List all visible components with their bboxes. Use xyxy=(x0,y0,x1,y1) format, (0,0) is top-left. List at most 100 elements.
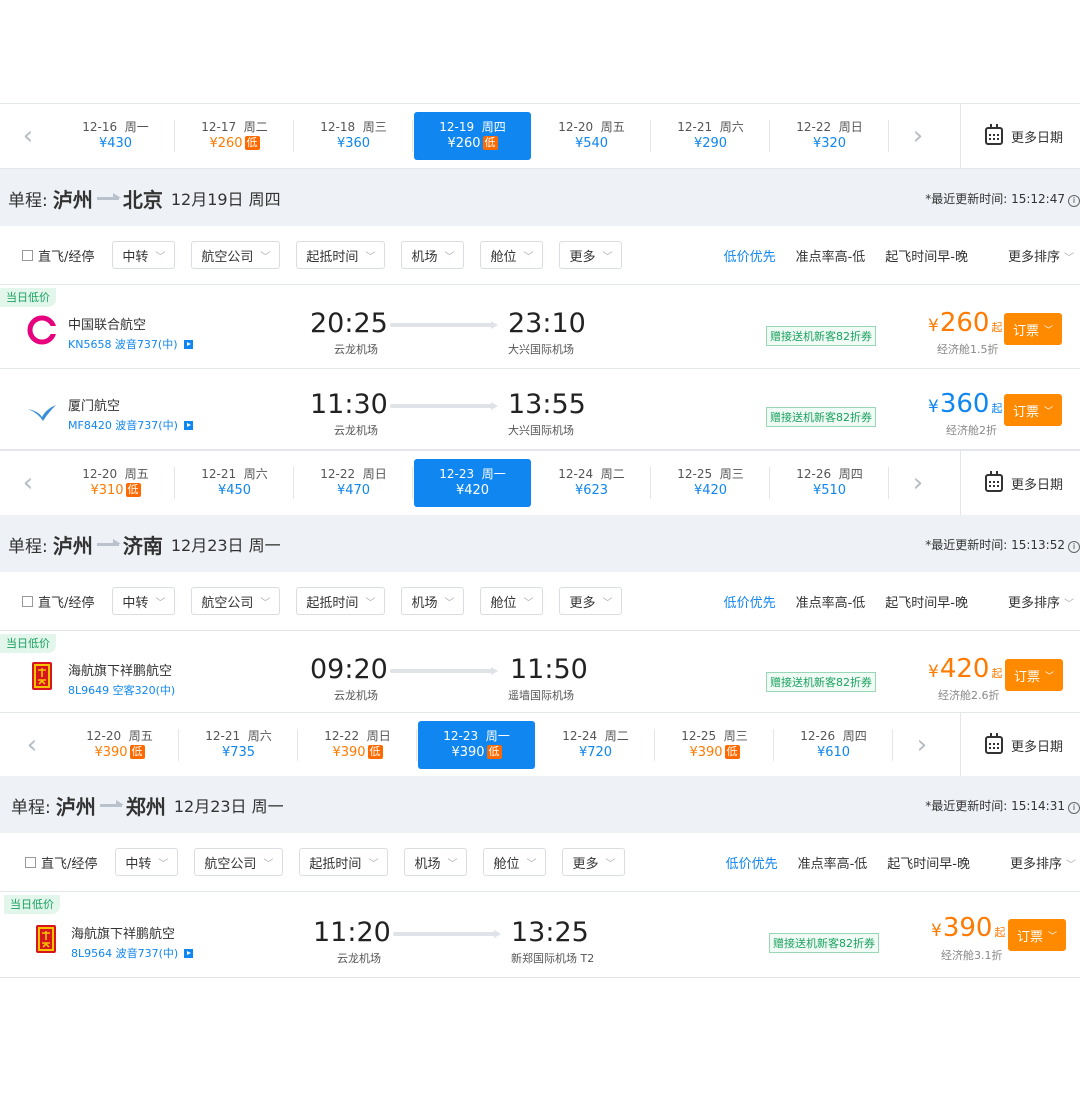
filter-cabin[interactable]: 舱位 ﹀ xyxy=(480,241,544,269)
video-icon[interactable] xyxy=(183,340,193,349)
filter-more[interactable]: 更多 ﹀ xyxy=(559,241,623,269)
more-dates-button[interactable]: 更多日期 xyxy=(960,451,1080,515)
chevron-right-icon[interactable]: › xyxy=(890,451,946,515)
date-tab-selected[interactable]: 12-23 周一 ¥420 xyxy=(414,459,531,507)
direct-checkbox[interactable]: 直飞/经停 xyxy=(22,246,94,265)
date-tab[interactable]: 12-20 周五 ¥540 xyxy=(532,104,651,168)
sort-low-price[interactable]: 低价优先 xyxy=(726,853,778,872)
sort-low-price[interactable]: 低价优先 xyxy=(724,246,776,265)
date-tab[interactable]: 12-25 周三 ¥390 低 xyxy=(655,713,774,777)
filter-airport[interactable]: 机场 ﹀ xyxy=(404,848,468,876)
filter-airline[interactable]: 航空公司 ﹀ xyxy=(191,587,281,615)
sort-punctual[interactable]: 准点率高-低 xyxy=(796,592,866,611)
filter-cabin[interactable]: 舱位 ﹀ xyxy=(480,587,544,615)
date-tab[interactable]: 12-25 周三 ¥420 xyxy=(651,451,770,515)
info-icon[interactable]: i xyxy=(1068,801,1080,814)
sort-punctual[interactable]: 准点率高-低 xyxy=(798,853,868,872)
chevron-left-icon[interactable]: ‹ xyxy=(0,451,56,515)
arrival-airport: 遥墙国际机场 xyxy=(508,689,574,702)
date-tab[interactable]: 12-21 周六 ¥290 xyxy=(651,104,770,168)
chevron-left-icon[interactable]: ‹ xyxy=(4,713,60,777)
flight-number[interactable]: MF8420 波音737(中) xyxy=(68,417,193,433)
flight-number[interactable]: 8L9649 空客320(中) xyxy=(68,682,175,698)
cabin-discount: 经济舱2折 xyxy=(946,424,997,437)
info-icon[interactable]: i xyxy=(1068,194,1080,207)
flight-price: ¥260 起 xyxy=(928,308,1003,338)
sort-more[interactable]: 更多排序 ﹀ xyxy=(988,592,1074,611)
promo-tag: 赠接送机新客82折券 xyxy=(766,672,876,692)
sort-early[interactable]: 起飞时间早-晚 xyxy=(885,246,968,265)
date-tab[interactable]: 12-20 周五 ¥310 低 xyxy=(56,451,175,515)
flight-card[interactable]: 当日低价 海航旗下祥鹏航空 8L9649 空客320(中) 09:20 云龙机场… xyxy=(0,634,1080,713)
filter-more[interactable]: 更多 ﹀ xyxy=(559,587,623,615)
arrival-airport: 大兴国际机场 xyxy=(508,424,574,437)
airline-name: 海航旗下祥鹏航空 xyxy=(68,664,173,679)
date-tab[interactable]: 12-20 周五 ¥390 低 xyxy=(60,713,179,777)
filter-time[interactable]: 起抵时间 ﹀ xyxy=(296,587,386,615)
direct-checkbox[interactable]: 直飞/经停 xyxy=(22,592,94,611)
date-tab[interactable]: 12-22 周日 ¥320 xyxy=(770,104,889,168)
book-button[interactable]: 订票 ﹀ xyxy=(1008,919,1066,951)
date-tab-selected[interactable]: 12-23 周一 ¥390 低 xyxy=(418,721,535,769)
video-icon[interactable] xyxy=(183,421,193,430)
filter-time[interactable]: 起抵时间 ﹀ xyxy=(299,848,389,876)
more-dates-button[interactable]: 更多日期 xyxy=(960,104,1080,168)
date-tab[interactable]: 12-16 周一 ¥430 xyxy=(56,104,175,168)
calendar-icon xyxy=(985,471,1003,492)
sort-punctual[interactable]: 准点率高-低 xyxy=(796,246,866,265)
chevron-right-icon[interactable]: › xyxy=(894,713,950,777)
flight-card[interactable]: 当日低价 中国联合航空 KN5658 波音737(中) 20:25 云龙机场 2… xyxy=(0,288,1080,369)
filter-transfer[interactable]: 中转 ﹀ xyxy=(115,848,179,876)
checkbox-icon[interactable] xyxy=(22,249,33,261)
arrival-airport: 大兴国际机场 xyxy=(508,343,574,356)
date-tab-selected[interactable]: 12-19 周四 ¥260 低 xyxy=(414,112,531,160)
info-icon[interactable]: i xyxy=(1068,540,1080,553)
flight-card[interactable]: 当日低价 海航旗下祥鹏航空 8L9564 波音737(中) 11:20 云龙机场… xyxy=(0,895,1080,978)
promo-tag: 赠接送机新客82折券 xyxy=(769,933,879,953)
filter-transfer[interactable]: 中转 ﹀ xyxy=(112,241,176,269)
flight-number[interactable]: KN5658 波音737(中) xyxy=(68,336,193,352)
filter-airport[interactable]: 机场 ﹀ xyxy=(401,241,465,269)
date-tab[interactable]: 12-26 周四 ¥610 xyxy=(774,713,893,777)
china-united-logo xyxy=(27,315,58,345)
checkbox-icon[interactable] xyxy=(22,595,33,607)
update-time: *最近更新时间: 15:12:47 i xyxy=(925,190,1080,207)
sort-more[interactable]: 更多排序 ﹀ xyxy=(988,246,1074,265)
date-tab[interactable]: 12-24 周二 ¥720 xyxy=(536,713,655,777)
date-tab[interactable]: 12-24 周二 ¥623 xyxy=(532,451,651,515)
flight-number[interactable]: 8L9564 波音737(中) xyxy=(71,945,194,961)
filter-transfer[interactable]: 中转 ﹀ xyxy=(112,587,176,615)
sort-more[interactable]: 更多排序 ﹀ xyxy=(990,853,1076,872)
sort-early[interactable]: 起飞时间早-晚 xyxy=(885,592,968,611)
chevron-right-icon[interactable]: › xyxy=(890,104,946,168)
book-button[interactable]: 订票 ﹀ xyxy=(1005,659,1063,691)
date-tab[interactable]: 12-26 周四 ¥510 xyxy=(770,451,889,515)
flight-card[interactable]: 厦门航空 MF8420 波音737(中) 11:30 云龙机场 13:55 大兴… xyxy=(0,369,1080,450)
direct-checkbox[interactable]: 直飞/经停 xyxy=(25,853,97,872)
filter-more[interactable]: 更多 ﹀ xyxy=(562,848,626,876)
filter-airline[interactable]: 航空公司 ﹀ xyxy=(191,241,281,269)
date-tab[interactable]: 12-18 周三 ¥360 xyxy=(294,104,413,168)
book-button[interactable]: 订票 ﹀ xyxy=(1004,394,1062,426)
checkbox-icon[interactable] xyxy=(25,856,36,868)
chevron-down-icon: ﹀ xyxy=(1044,406,1054,417)
video-icon[interactable] xyxy=(184,949,194,958)
chevron-left-icon[interactable]: ‹ xyxy=(0,104,56,168)
filter-airline[interactable]: 航空公司 ﹀ xyxy=(194,848,284,876)
date-tab[interactable]: 12-21 周六 ¥450 xyxy=(175,451,294,515)
sort-early[interactable]: 起飞时间早-晚 xyxy=(887,853,970,872)
chevron-down-icon: ﹀ xyxy=(368,858,379,870)
chevron-down-icon: ﹀ xyxy=(605,858,616,870)
date-tab[interactable]: 12-22 周日 ¥390 低 xyxy=(298,713,417,777)
more-dates-button[interactable]: 更多日期 xyxy=(960,713,1080,777)
sort-low-price[interactable]: 低价优先 xyxy=(724,592,776,611)
filter-cabin[interactable]: 舱位 ﹀ xyxy=(483,848,547,876)
filter-airport[interactable]: 机场 ﹀ xyxy=(401,587,465,615)
book-button[interactable]: 订票 ﹀ xyxy=(1004,313,1062,345)
flight-route-line xyxy=(393,930,501,938)
chevron-down-icon: ﹀ xyxy=(260,251,271,263)
date-tab[interactable]: 12-17 周二 ¥260 低 xyxy=(175,104,294,168)
date-tab[interactable]: 12-22 周日 ¥470 xyxy=(294,451,413,515)
date-tab[interactable]: 12-21 周六 ¥735 xyxy=(179,713,298,777)
filter-time[interactable]: 起抵时间 ﹀ xyxy=(296,241,386,269)
